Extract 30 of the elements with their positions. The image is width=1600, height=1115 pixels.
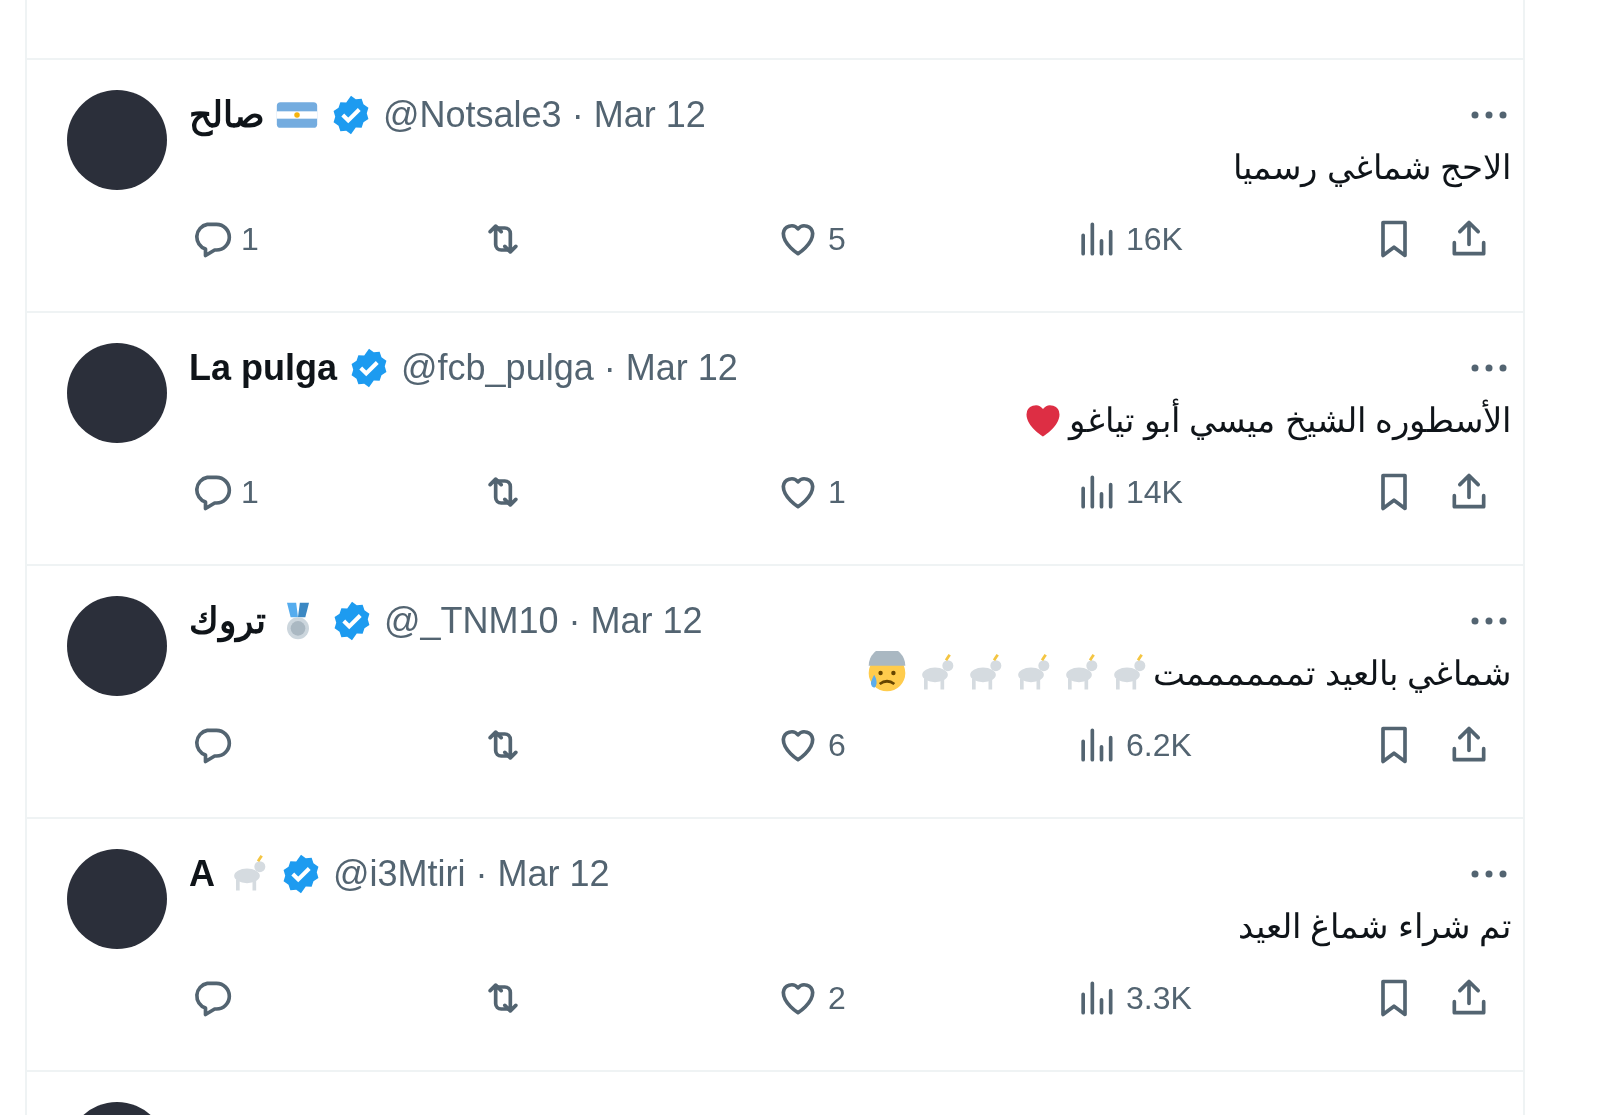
post-text: الأسطوره الشيخ ميسي أبو تياغو xyxy=(1069,395,1511,445)
views-button[interactable]: 3.3K xyxy=(1074,974,1372,1022)
reply-button[interactable]: 1 xyxy=(189,468,481,516)
post-text: شماغي بالعيد تممممممت xyxy=(1153,653,1511,695)
post-text: تم شراء شماغ العيد xyxy=(1237,906,1511,949)
like-button[interactable]: 2 xyxy=(776,974,1074,1022)
user-handle[interactable]: @fcb_pulga xyxy=(401,346,594,390)
like-button[interactable]: 6 xyxy=(776,721,1074,769)
post-date[interactable]: Mar 12 xyxy=(593,93,706,137)
separator-dot: · xyxy=(475,852,488,896)
user-handle[interactable]: @_TNM10 xyxy=(384,599,559,643)
separator-dot: · xyxy=(603,346,616,390)
like-button[interactable]: 1 xyxy=(776,468,1074,516)
separator-dot: · xyxy=(571,93,584,137)
post-text: الاحج شماغي رسميا xyxy=(1233,147,1511,190)
separator-dot: · xyxy=(568,599,581,643)
user-name[interactable]: تروك xyxy=(189,599,266,643)
post-date[interactable]: Mar 12 xyxy=(497,852,610,896)
user-name[interactable]: صالح xyxy=(189,93,265,137)
post-date[interactable]: Mar 12 xyxy=(625,346,738,390)
like-button[interactable]: 5 xyxy=(776,215,1074,263)
views-button[interactable]: 16K xyxy=(1074,215,1372,263)
reply-button[interactable]: 1 xyxy=(189,215,481,263)
user-name[interactable]: La pulga xyxy=(189,346,337,390)
views-button[interactable]: 14K xyxy=(1074,468,1372,516)
post-date[interactable]: Mar 12 xyxy=(590,599,703,643)
views-button[interactable]: 6.2K xyxy=(1074,721,1372,769)
user-handle[interactable]: @i3Mtiri xyxy=(333,852,466,896)
user-handle[interactable]: @Notsale3 xyxy=(383,93,562,137)
user-name[interactable]: A xyxy=(189,852,215,896)
